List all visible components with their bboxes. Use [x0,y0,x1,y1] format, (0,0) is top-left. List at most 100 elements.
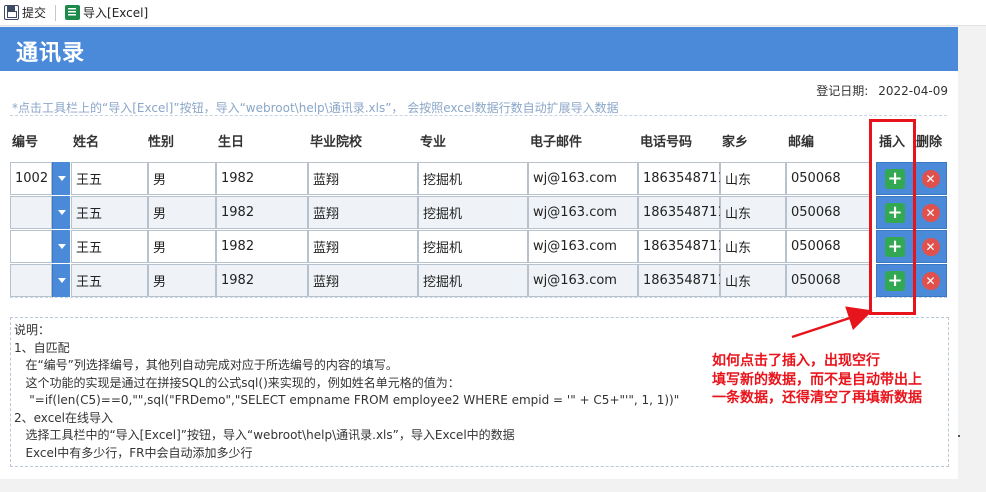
cell-major[interactable]: 挖掘机 [418,264,528,297]
column-header-birth: 生日 [218,135,245,150]
notes-line: 2、excel在线导入 [14,410,114,425]
column-header-major: 专业 [420,135,447,150]
cell-phone[interactable]: 1863548711 [638,264,726,297]
cell-school[interactable]: 蓝翔 [308,230,418,263]
close-circle-icon: ✕ [921,271,940,290]
cell-school[interactable]: 蓝翔 [308,196,418,229]
cell-major[interactable]: 挖掘机 [418,230,528,263]
notes-line: 选择工具栏中的“导入[Excel]”按钮，导入“webroot\help\通讯录… [14,428,515,442]
delete-row-button[interactable]: ✕ [914,264,947,297]
cell-id[interactable] [10,230,52,263]
cell-hometown[interactable]: 山东 [720,196,786,229]
column-header-insert: 插入 [879,135,906,150]
cell-email[interactable]: wj@163.com [528,264,638,297]
cell-email[interactable]: wj@163.com [528,230,638,263]
cell-gender[interactable]: 男 [148,264,216,297]
decorative-dot [958,435,960,437]
import-excel-label: 导入[Excel] [83,6,149,20]
insert-row-button[interactable]: + [876,196,914,229]
cell-name[interactable]: 王五 [71,196,148,229]
divider [10,115,947,116]
column-header-phone: 电话号码 [640,135,693,150]
page-title: 通讯录 [16,41,86,66]
delete-row-button[interactable]: ✕ [914,162,947,195]
close-circle-icon: ✕ [921,237,940,256]
cell-school[interactable]: 蓝翔 [308,264,418,297]
annotation-text: 如何点击了插入，出现空行 填写新的数据，而不是自动带出上 一条数据，还得清空了再填新… [712,352,922,408]
chevron-down-icon [57,176,66,181]
plus-icon: + [885,236,905,257]
plus-icon: + [885,202,905,223]
cell-major[interactable]: 挖掘机 [418,162,528,195]
cell-hometown[interactable]: 山东 [720,162,786,195]
save-icon [4,5,19,20]
excel-icon [65,5,81,20]
table-row: 1002 王五男 1982 蓝翔 挖掘机 wj@163.com 1863548711 山东 05… [10,162,947,195]
notes-line: Excel中有多少行，FR中会自动添加多少行 [14,445,253,460]
cell-email[interactable]: wj@163.com [528,162,638,195]
cell-gender[interactable]: 男 [148,196,216,229]
id-dropdown-button[interactable] [52,196,70,229]
table-row: 王五男 1982 蓝翔 挖掘机 wj@163.com 1863548711 山东 050068… [10,264,947,297]
column-header-zip: 邮编 [788,135,815,150]
chevron-down-icon [57,244,66,249]
cell-gender[interactable]: 男 [148,230,216,263]
column-header-email: 电子邮件 [530,135,583,150]
cell-school[interactable]: 蓝翔 [308,162,418,195]
cell-birth[interactable]: 1982 [216,196,308,229]
cell-hometown[interactable]: 山东 [720,264,786,297]
column-header-delete: 删除 [916,135,943,150]
cell-phone[interactable]: 1863548711 [638,230,726,263]
id-dropdown-button[interactable] [52,162,70,195]
cell-birth[interactable]: 1982 [216,230,308,263]
submit-button[interactable]: 提交 [0,2,50,24]
cell-hometown[interactable]: 山东 [720,230,786,263]
column-header-name: 姓名 [73,135,100,150]
column-header-id: 编号 [12,135,39,150]
divider [10,297,947,298]
insert-row-button[interactable]: + [876,264,914,297]
cell-gender[interactable]: 男 [148,162,216,195]
cell-email[interactable]: wj@163.com [528,196,638,229]
column-header-school: 毕业院校 [310,135,363,150]
import-excel-button[interactable]: 导入[Excel] [61,2,152,24]
toolbar: 提交 导入[Excel] [0,0,986,26]
cell-zip[interactable]: 050068 [786,264,870,297]
cell-birth[interactable]: 1982 [216,264,308,297]
close-circle-icon: ✕ [921,203,940,222]
cell-name[interactable]: 王五 [71,230,148,263]
column-header-gender: 性别 [148,135,175,150]
cell-id[interactable] [10,196,52,229]
id-dropdown-button[interactable] [52,230,70,263]
cell-zip[interactable]: 050068 [786,196,870,229]
insert-row-button[interactable]: + [876,230,914,263]
column-header-hometown: 家乡 [722,135,749,150]
registration-date-label: 登记日期: [816,84,869,98]
cell-major[interactable]: 挖掘机 [418,196,528,229]
cell-name[interactable]: 王五 [71,264,148,297]
report-page: 通讯录 登记日期: 2022-04-09 *点击工具栏上的“导入[Excel]”按… [0,27,958,479]
notes-line: 说明： [14,323,51,337]
delete-row-button[interactable]: ✕ [914,230,947,263]
chevron-down-icon [57,210,66,215]
cell-phone[interactable]: 1863548711 [638,196,726,229]
cell-name[interactable]: 王五 [71,162,148,195]
cell-zip[interactable]: 050068 [786,230,870,263]
delete-row-button[interactable]: ✕ [914,196,947,229]
cell-birth[interactable]: 1982 [216,162,308,195]
plus-icon: + [885,168,905,189]
cell-phone[interactable]: 1863548711 [638,162,726,195]
toolbar-divider [55,4,57,21]
table-row: 王五男 1982 蓝翔 挖掘机 wj@163.com 1863548711 山东 050068… [10,230,947,263]
submit-label: 提交 [22,6,47,20]
registration-date-value: 2022-04-09 [878,84,948,98]
id-dropdown-button[interactable] [52,264,70,297]
annotation-line: 填写新的数据，而不是自动带出上 [712,371,922,388]
insert-row-button[interactable]: + [876,162,914,195]
annotation-line: 一条数据，还得清空了再填新数据 [712,390,922,406]
cell-zip[interactable]: 050068 [786,162,870,195]
import-hint: *点击工具栏上的“导入[Excel]”按钮，导入“webroot\help\通讯… [12,101,619,115]
cell-id[interactable]: 1002 [10,162,52,195]
cell-id[interactable] [10,264,52,297]
plus-icon: + [885,270,905,291]
